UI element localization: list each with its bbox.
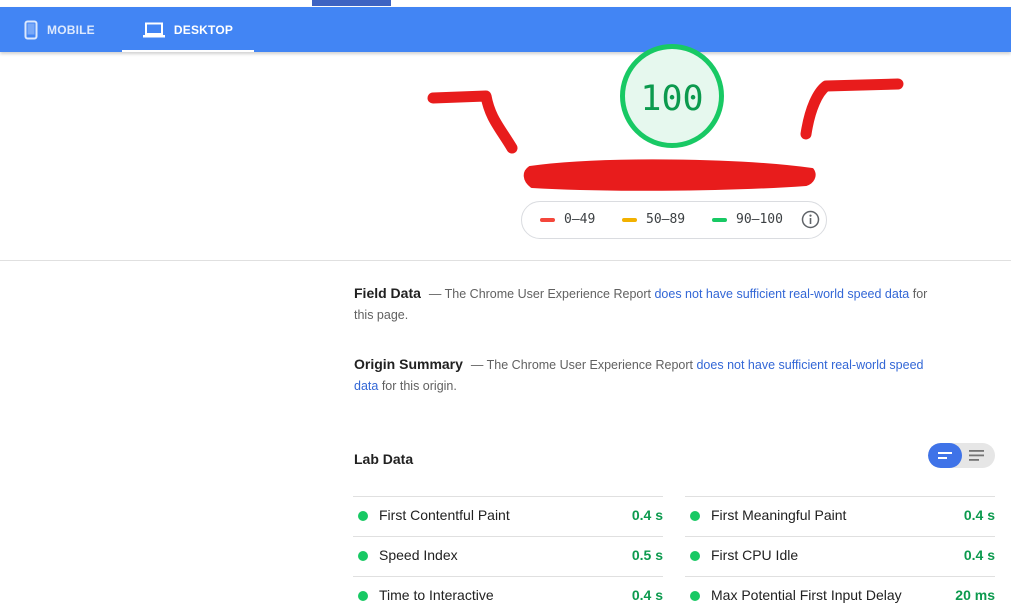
metric-name: First CPU Idle bbox=[711, 547, 799, 563]
metric-row: First Meaningful Paint 0.4 s bbox=[685, 496, 995, 536]
metric-value: 20 ms bbox=[955, 587, 995, 603]
origin-summary-title: Origin Summary bbox=[354, 356, 463, 372]
legend-swatch-red bbox=[540, 217, 555, 222]
info-icon[interactable] bbox=[801, 210, 820, 229]
lab-data-title: Lab Data bbox=[354, 451, 414, 467]
metric-name: Max Potential First Input Delay bbox=[711, 587, 902, 603]
redaction-stroke-center bbox=[523, 159, 816, 191]
compact-view-icon bbox=[938, 452, 952, 459]
metric-row: First CPU Idle 0.4 s bbox=[685, 536, 995, 576]
metric-name: Time to Interactive bbox=[379, 587, 494, 603]
metric-row: First Contentful Paint 0.4 s bbox=[353, 496, 663, 536]
legend-item-good: 90–100 bbox=[712, 212, 783, 227]
metric-row: Max Potential First Input Delay 20 ms bbox=[685, 576, 995, 616]
origin-summary-text-end: for this origin. bbox=[378, 379, 457, 393]
status-dot bbox=[358, 591, 368, 601]
origin-summary-text: — The Chrome User Experience Report bbox=[470, 358, 697, 372]
metric-value: 0.4 s bbox=[631, 507, 663, 523]
metric-value: 0.4 s bbox=[963, 507, 995, 523]
metric-value: 0.4 s bbox=[963, 547, 995, 563]
metric-row: Time to Interactive 0.4 s bbox=[353, 576, 663, 616]
field-data-section: Field Data — The Chrome User Experience R… bbox=[354, 283, 944, 326]
field-data-title: Field Data bbox=[354, 285, 421, 301]
field-data-text: — The Chrome User Experience Report bbox=[428, 287, 655, 301]
legend-item-poor: 0–49 bbox=[540, 212, 595, 227]
metric-name: First Meaningful Paint bbox=[711, 507, 847, 523]
metric-value: 0.4 s bbox=[631, 587, 663, 603]
origin-summary-section: Origin Summary — The Chrome User Experien… bbox=[354, 354, 944, 397]
legend-swatch-orange bbox=[622, 217, 637, 222]
legend-label: 50–89 bbox=[646, 212, 686, 227]
legend-item-average: 50–89 bbox=[622, 212, 685, 227]
status-dot bbox=[690, 551, 700, 561]
status-dot bbox=[358, 551, 368, 561]
redaction-stroke-left bbox=[427, 90, 518, 154]
metric-row: Speed Index 0.5 s bbox=[353, 536, 663, 576]
metric-name: Speed Index bbox=[379, 547, 458, 563]
score-legend: 0–49 50–89 90–100 bbox=[521, 201, 827, 239]
metrics-view-toggle[interactable] bbox=[928, 443, 995, 468]
status-dot bbox=[690, 591, 700, 601]
redaction-stroke-right bbox=[800, 78, 904, 140]
status-dot bbox=[690, 511, 700, 521]
section-divider bbox=[0, 260, 1011, 261]
legend-label: 0–49 bbox=[564, 212, 596, 227]
metric-value: 0.5 s bbox=[631, 547, 663, 563]
lab-metrics-right-column: First Meaningful Paint 0.4 s First CPU I… bbox=[685, 496, 995, 616]
lab-metrics-left-column: First Contentful Paint 0.4 s Speed Index… bbox=[353, 496, 663, 616]
status-dot bbox=[358, 511, 368, 521]
field-data-link[interactable]: does not have sufficient real-world spee… bbox=[654, 287, 909, 301]
legend-swatch-green bbox=[712, 217, 727, 222]
metric-name: First Contentful Paint bbox=[379, 507, 510, 523]
legend-label: 90–100 bbox=[736, 212, 783, 227]
expanded-view-icon[interactable] bbox=[969, 450, 984, 461]
